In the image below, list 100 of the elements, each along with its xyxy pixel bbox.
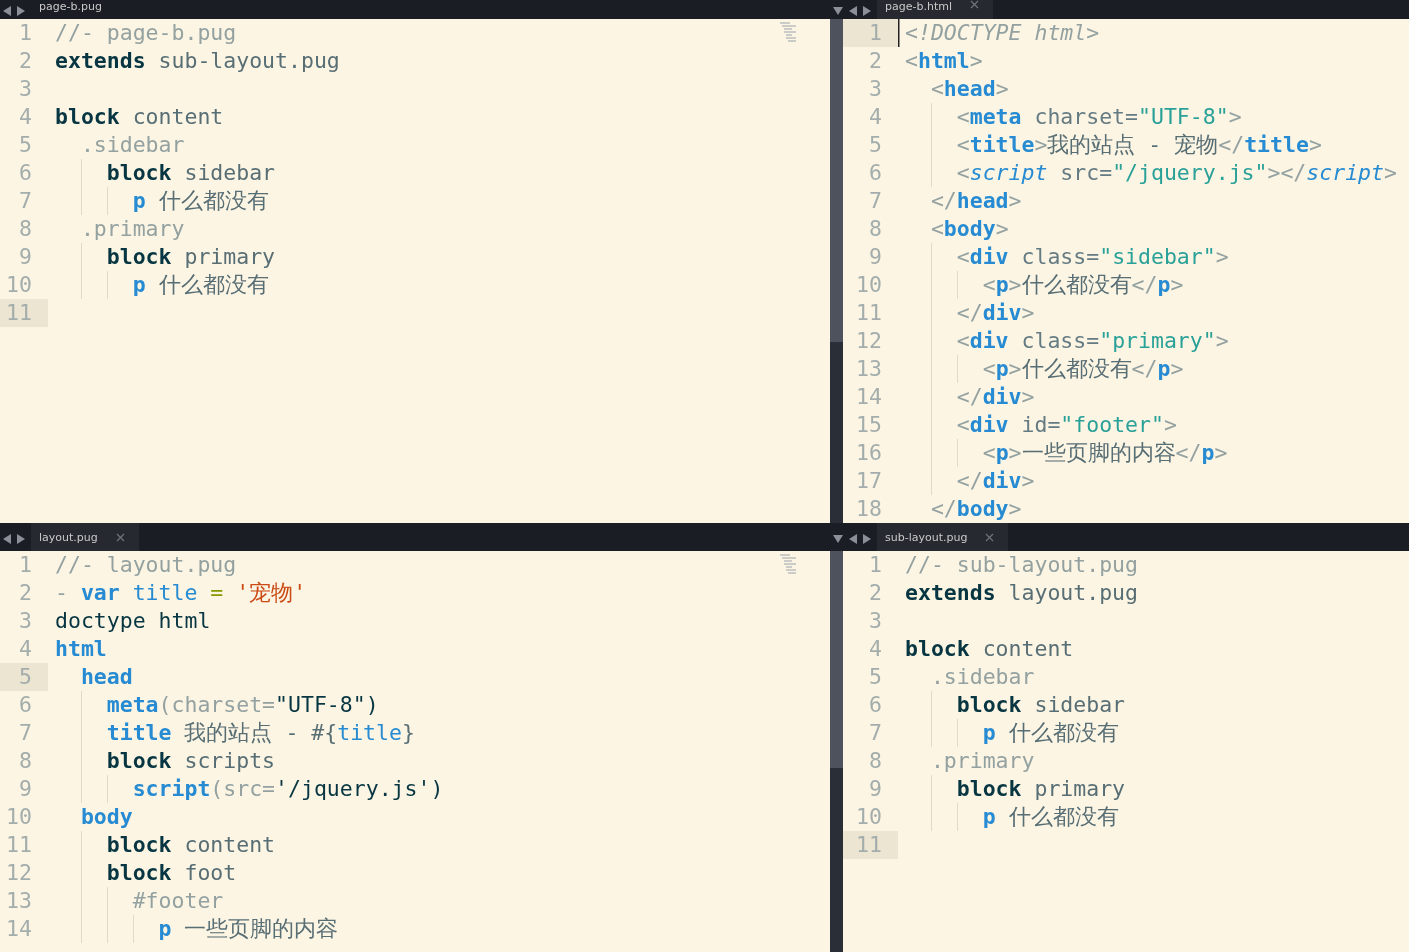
previous-icon[interactable] [849, 6, 857, 16]
code-line: p 什么都没有 [898, 803, 1119, 831]
line-number: 7 [18, 719, 33, 747]
line-number: 2 [18, 579, 33, 607]
line-number: 2 [868, 47, 883, 75]
scrollbar[interactable] [830, 19, 843, 523]
line-number: 10 [5, 271, 33, 299]
scrollbar[interactable] [830, 551, 843, 952]
code-line: </div> [898, 467, 1035, 495]
editor-tab[interactable]: page-b.html [877, 0, 993, 19]
editor-tab[interactable]: layout.pug [31, 523, 139, 551]
line-number: 8 [18, 215, 33, 243]
code-line: p 一些页脚的内容 [48, 915, 339, 943]
close-icon[interactable] [985, 532, 995, 542]
code-line: block content [48, 831, 276, 859]
close-icon[interactable] [970, 0, 979, 9]
code-line: <meta charset="UTF-8"> [898, 103, 1242, 131]
line-number: 8 [868, 215, 883, 243]
line-number: 5 [868, 663, 883, 691]
code-line: block primary [48, 243, 276, 271]
line-number: 12 [5, 859, 33, 887]
line-number: 4 [18, 103, 33, 131]
code-line: meta(charset="UTF-8") [48, 691, 379, 719]
minimap-icon [780, 554, 798, 574]
code-line: .sidebar [929, 663, 1035, 691]
line-number: 5 [868, 131, 883, 159]
editor-tab[interactable]: page-b.pug [31, 0, 116, 19]
line-number: 5 [18, 131, 33, 159]
code-line: block content [54, 103, 224, 131]
line-number: 1 [18, 551, 33, 579]
code-line: <div id="footer"> [898, 411, 1177, 439]
line-number: 10 [5, 803, 33, 831]
dropdown-icon[interactable] [833, 535, 843, 543]
line-number: 1 [868, 551, 883, 579]
code-line: </head> [929, 187, 1022, 215]
next-icon[interactable] [863, 6, 871, 16]
code-line: //- sub-layout.pug [904, 551, 1138, 579]
code-line: script(src='/jquery.js') [48, 775, 444, 803]
code-line: - var title = '宠物' [54, 579, 307, 607]
code-line: head [79, 663, 133, 691]
code-line: <script src="/jquery.js"></script> [898, 159, 1397, 187]
code-line: <html> [904, 47, 983, 75]
line-number: 9 [868, 775, 883, 803]
line-number: 9 [868, 243, 883, 271]
editor-tab[interactable]: sub-layout.pug [877, 523, 1009, 551]
line-number: 9 [18, 243, 33, 271]
code-line: block sidebar [898, 691, 1126, 719]
line-number: 5 [0, 663, 48, 691]
line-number: 17 [855, 467, 883, 495]
line-number: 14 [855, 383, 883, 411]
line-number: 11 [5, 831, 33, 859]
code-line: extends layout.pug [904, 579, 1138, 607]
line-number: 3 [868, 75, 883, 103]
code-line: <p>一些页脚的内容</p> [898, 439, 1228, 467]
code-line: //- page-b.pug [54, 19, 237, 47]
code-line: block sidebar [48, 159, 276, 187]
code-line: .sidebar [79, 131, 185, 159]
code-line: <p>什么都没有</p> [898, 271, 1184, 299]
previous-icon[interactable] [3, 6, 11, 16]
code-line: #footer [48, 887, 224, 915]
line-number: 2 [868, 579, 883, 607]
code-line: <title>我的站点 - 宠物</title> [898, 131, 1322, 159]
code-line: </div> [898, 383, 1035, 411]
line-number: 15 [855, 411, 883, 439]
line-number: 10 [855, 803, 883, 831]
previous-icon[interactable] [849, 534, 857, 544]
next-icon[interactable] [863, 534, 871, 544]
line-number: 6 [868, 691, 883, 719]
line-number: 11 [843, 831, 898, 859]
line-number: 3 [18, 75, 33, 103]
code-line: </div> [898, 299, 1035, 327]
line-number: 4 [18, 635, 33, 663]
code-line: block foot [48, 859, 237, 887]
line-number: 4 [868, 635, 883, 663]
code-line: <head> [929, 75, 1009, 103]
line-number: 4 [868, 103, 883, 131]
line-number: 11 [0, 299, 48, 327]
line-number: 6 [868, 159, 883, 187]
code-line: <div class="sidebar"> [898, 243, 1229, 271]
line-number: 3 [868, 607, 883, 635]
next-icon[interactable] [17, 534, 25, 544]
code-line: block primary [898, 775, 1126, 803]
code-line: block scripts [48, 747, 276, 775]
code-line: p 什么都没有 [48, 187, 269, 215]
previous-icon[interactable] [3, 534, 11, 544]
code-line: </body> [929, 495, 1022, 523]
close-icon[interactable] [115, 532, 125, 542]
line-number: 10 [855, 271, 883, 299]
line-number: 1 [843, 19, 898, 47]
dropdown-icon[interactable] [833, 7, 843, 15]
line-number: 6 [18, 691, 33, 719]
code-line: <body> [929, 215, 1009, 243]
line-number: 13 [855, 355, 883, 383]
next-icon[interactable] [17, 6, 25, 16]
code-line: p 什么都没有 [48, 271, 269, 299]
code-line: html [54, 635, 107, 663]
line-number: 1 [18, 19, 33, 47]
code-line: extends sub-layout.pug [54, 47, 340, 75]
line-number: 2 [18, 47, 33, 75]
code-line: p 什么都没有 [898, 719, 1119, 747]
